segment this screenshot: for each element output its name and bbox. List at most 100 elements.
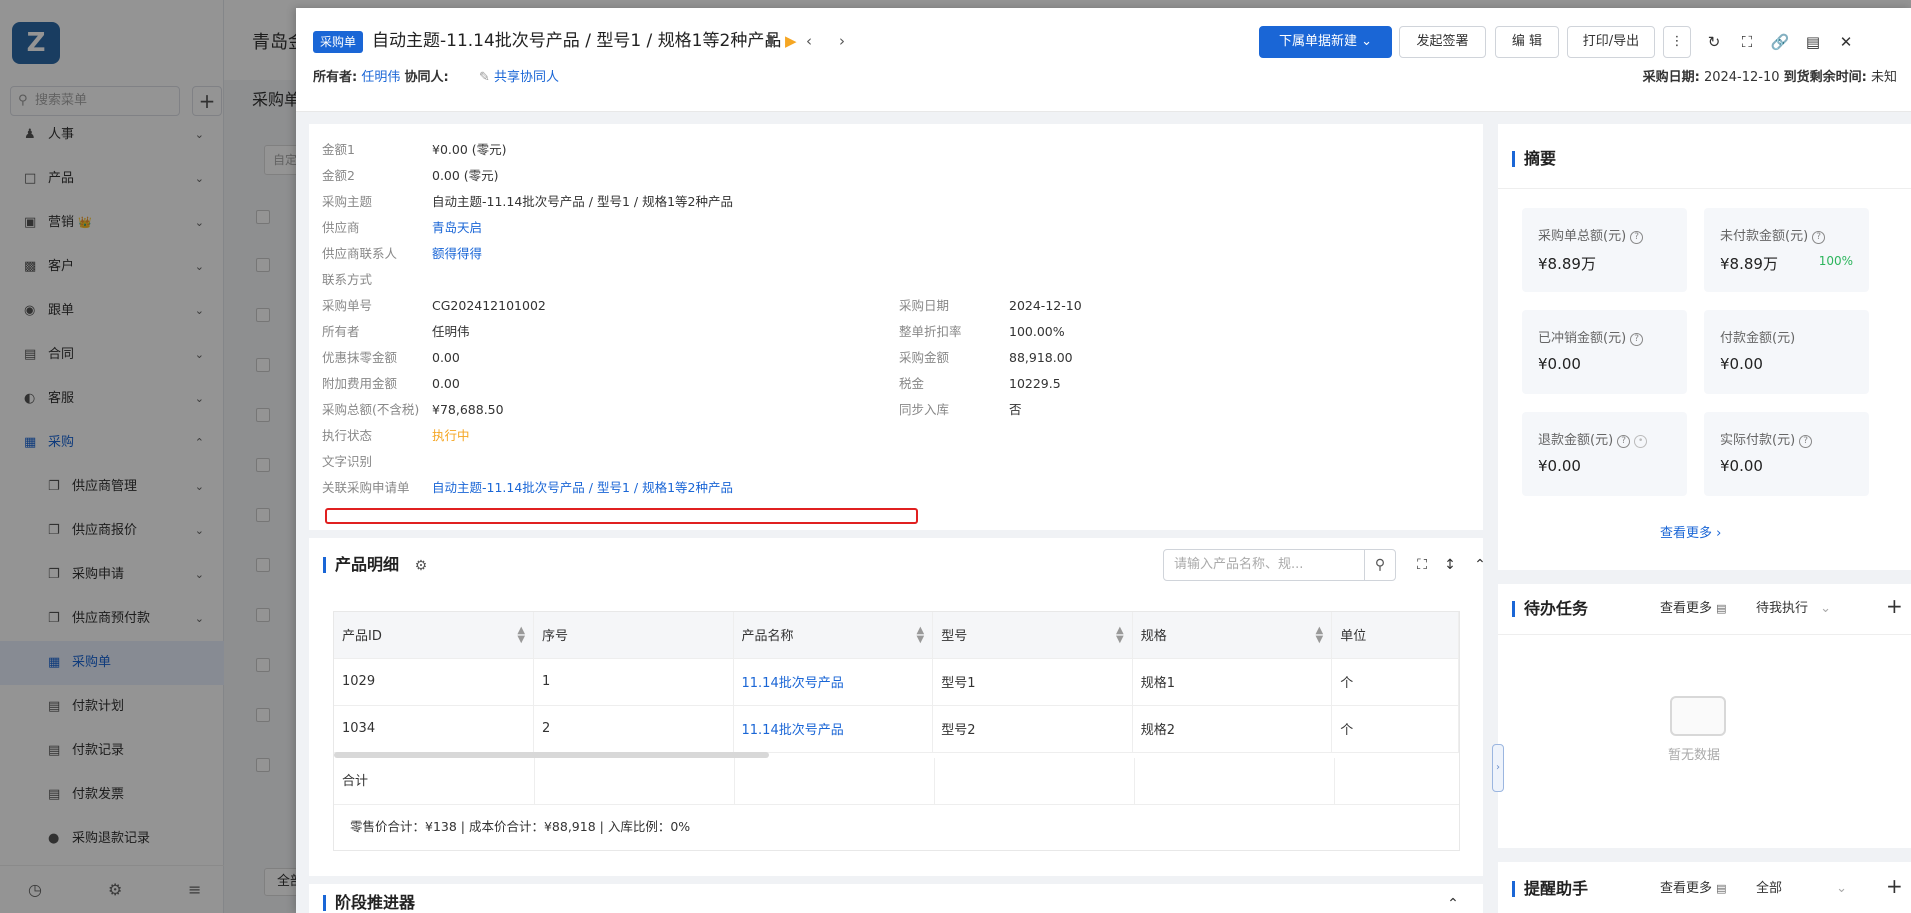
tile-written-off: 已冲销金额(元)? ¥0.00	[1522, 310, 1687, 394]
field-label: 文字识别	[322, 454, 373, 469]
summary-more-link[interactable]: 查看更多 ›	[1660, 522, 1721, 541]
product-detail-card: 产品明细 ⚙ 请输入产品名称、规... ⚲ ⛶ ↕ ⌃ 产品ID ▲ ▼ 序号 产品…	[309, 538, 1486, 876]
cell-unit: 个	[1331, 705, 1459, 753]
todo-filter-select[interactable]: 待我执行 ⌄	[1756, 599, 1831, 619]
more-actions-button[interactable]: ⋮	[1663, 26, 1691, 58]
close-icon[interactable]: ✕	[1833, 26, 1859, 58]
edit-button[interactable]: 编 辑	[1495, 26, 1559, 58]
field-label: 附加费用金额	[322, 376, 398, 391]
field-label: 优惠抹零金额	[322, 350, 398, 365]
cell-model: 型号2	[932, 705, 1133, 753]
col-header-label: 序号	[542, 629, 569, 645]
new-sub-document-button[interactable]: 下属单据新建 ⌄	[1259, 26, 1392, 58]
field-value: ¥0.00 (零元)	[432, 142, 507, 157]
panel-expand-handle[interactable]: ›	[1492, 744, 1504, 792]
help-icon[interactable]: ?	[1630, 333, 1644, 346]
start-sign-button[interactable]: 发起签署	[1399, 26, 1486, 58]
help-icon[interactable]: ?	[1799, 435, 1813, 448]
field-label: 采购金额	[899, 350, 950, 365]
todo-card: 待办任务 查看更多 ▤ 待我执行 ⌄ + 暂无数据	[1498, 584, 1911, 848]
crown-icon[interactable]: ♜	[764, 28, 777, 54]
col-header-product-name[interactable]: 产品名称 ▲ ▼	[733, 612, 934, 659]
link-icon[interactable]: 🔗	[1767, 26, 1793, 58]
related-request-link[interactable]: 自动主题-11.14批次号产品 / 型号1 / 规格1等2种产品	[432, 478, 733, 498]
fullscreen-icon[interactable]: ⛶	[1734, 26, 1760, 58]
col-header-spec[interactable]: 规格 ▲ ▼	[1132, 612, 1333, 659]
highlight-annotation-box	[325, 508, 918, 524]
help-icon[interactable]: ?	[1812, 231, 1826, 244]
gear-icon[interactable]: ⚙	[415, 558, 428, 574]
edit-pen-icon: ✎	[478, 70, 490, 85]
add-reminder-button[interactable]: +	[1886, 876, 1903, 896]
table-row: 1029 1 11.14批次号产品 型号1 规格1 个	[334, 658, 1459, 706]
reminder-more-link[interactable]: 查看更多 ▤	[1660, 879, 1727, 899]
next-arrow-icon[interactable]: ›	[839, 28, 845, 54]
todo-more-link[interactable]: 查看更多 ▤	[1660, 599, 1727, 619]
field-value: 0.00 (零元)	[432, 168, 499, 183]
summary-card: 摘要 采购单总额(元)? ¥8.89万 未付款金额(元)? ¥8.89万 100% 已…	[1498, 124, 1911, 570]
collapse-up-icon[interactable]: ⌃	[1466, 549, 1494, 581]
supplier-contact-link[interactable]: 额得得得	[432, 244, 482, 264]
field-label: 整单折扣率	[899, 324, 962, 339]
col-header-product-id[interactable]: 产品ID ▲ ▼	[334, 612, 535, 659]
print-export-button[interactable]: 打印/导出	[1567, 26, 1655, 58]
summary-more-label: 查看更多	[1660, 526, 1713, 541]
owner-link[interactable]: 任明伟	[361, 70, 400, 85]
cell-spec: 规格2	[1132, 705, 1333, 753]
product-search-placeholder: 请输入产品名称、规...	[1174, 557, 1304, 572]
reminder-filter-select[interactable]: 全部 ⌄	[1756, 879, 1847, 899]
play-icon[interactable]: ▶	[785, 28, 797, 54]
product-search-input[interactable]: 请输入产品名称、规...	[1163, 549, 1365, 581]
sort-icon[interactable]: ▲ ▼	[517, 626, 525, 645]
tile-unpaid: 未付款金额(元)? ¥8.89万 100%	[1704, 208, 1869, 292]
field-label: 金额1	[322, 142, 355, 157]
col-header-unit[interactable]: 单位	[1331, 612, 1459, 659]
record-type-badge: 采购单	[313, 31, 364, 53]
drawer-header: 采购单 自动主题-11.14批次号产品 / 型号1 / 规格1等2种产品 ♜ ▶…	[296, 8, 1911, 112]
reminder-title: 提醒助手	[1512, 878, 1588, 900]
tile-label: 实际付款(元)	[1720, 433, 1796, 448]
vertical-resize-icon[interactable]: ↕	[1436, 549, 1464, 581]
sort-icon[interactable]: ▲ ▼	[917, 626, 925, 645]
add-todo-button[interactable]: +	[1886, 596, 1903, 616]
chevron-down-icon: ⌄	[1361, 34, 1373, 49]
field-label: 同步入库	[899, 402, 950, 417]
tile-value: ¥8.89万	[1720, 255, 1778, 273]
todo-empty-text: 暂无数据	[1668, 748, 1721, 763]
stage-title: 阶段推进器	[323, 892, 415, 913]
product-search-button[interactable]: ⚲	[1364, 549, 1396, 581]
field-label: 采购日期	[899, 298, 950, 313]
clock-icon[interactable]: •	[1634, 435, 1648, 448]
product-detail-title: 产品明细 ⚙	[323, 554, 427, 577]
arrival-remaining-label: 到货剩余时间:	[1783, 70, 1867, 85]
todo-filter-value: 待我执行	[1756, 601, 1809, 616]
book-icon: ▤	[1716, 602, 1727, 615]
collapse-up-icon[interactable]: ⌃	[1439, 888, 1467, 913]
sort-icon[interactable]: ▲ ▼	[1316, 626, 1324, 645]
status-value: 执行中	[432, 428, 470, 443]
search-icon: ⚲	[1374, 557, 1386, 573]
help-icon[interactable]: ?	[1630, 231, 1644, 244]
reminder-filter-value: 全部	[1756, 881, 1783, 896]
cell-seq: 2	[533, 705, 734, 753]
prev-arrow-icon[interactable]: ‹	[806, 28, 812, 54]
col-header-seq[interactable]: 序号	[533, 612, 734, 659]
dock-icon[interactable]: ▤	[1800, 26, 1826, 58]
expand-icon[interactable]: ⛶	[1408, 549, 1436, 581]
start-sign-label: 发起签署	[1416, 34, 1469, 49]
cell-product-name-link[interactable]: 11.14批次号产品	[733, 705, 934, 753]
sum-label: 合计	[342, 774, 369, 789]
field-value: 88,918.00	[1009, 350, 1073, 365]
refresh-icon[interactable]: ↻	[1701, 26, 1727, 58]
col-header-model[interactable]: 型号 ▲ ▼	[932, 612, 1133, 659]
field-label: 采购总额(不含税)	[322, 402, 420, 417]
field-value: ¥78,688.50	[432, 402, 504, 417]
field-value: 0.00	[432, 350, 460, 365]
supplier-link[interactable]: 青岛天启	[432, 218, 482, 238]
cell-product-name-link[interactable]: 11.14批次号产品	[733, 658, 934, 706]
field-label: 采购主题	[322, 194, 373, 209]
help-icon[interactable]: ?	[1617, 435, 1631, 448]
sort-icon[interactable]: ▲ ▼	[1116, 626, 1124, 645]
cell-model: 型号1	[932, 658, 1133, 706]
share-collaborator-link[interactable]: 共享协同人	[494, 70, 559, 85]
